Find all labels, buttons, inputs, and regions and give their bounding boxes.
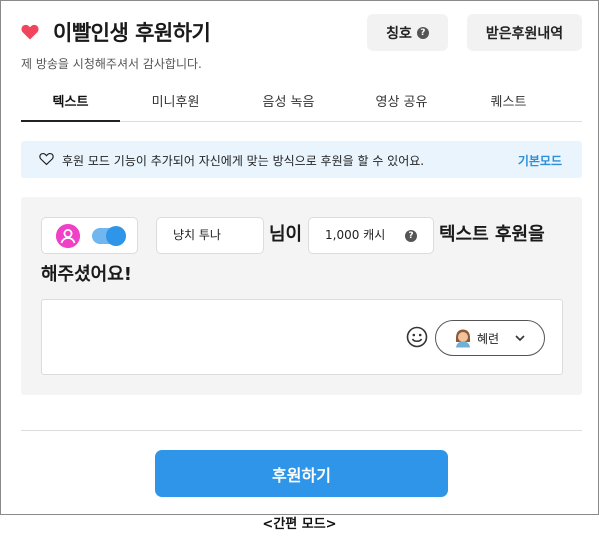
sentence-line2-label: 해주셨어요! — [41, 264, 133, 285]
basic-mode-link[interactable]: 기본모드 — [518, 152, 562, 169]
voice-select[interactable]: 혜련 — [435, 320, 545, 356]
emoji-icon[interactable] — [406, 326, 428, 348]
voice-avatar-icon — [456, 329, 470, 348]
message-input[interactable]: 혜련 — [41, 299, 563, 375]
heart-icon — [21, 24, 39, 40]
voice-name: 혜련 — [477, 332, 500, 346]
page-subtitle: 제 방송을 시청해주셔서 감사합니다. — [21, 57, 202, 71]
amount-field[interactable]: 1,000 캐시 ? — [308, 217, 434, 254]
donate-button[interactable]: 후원하기 — [155, 450, 448, 497]
nickname-field[interactable]: 냥치 투나 — [156, 217, 264, 254]
help-icon[interactable]: ? — [405, 230, 417, 242]
title-button-label: 칭호 — [386, 25, 412, 42]
sentence-end-label: 텍스트 후원을 — [439, 224, 545, 245]
amount-value: 1,000 캐시 — [325, 228, 386, 242]
received-history-button[interactable]: 받은후원내역 — [467, 14, 582, 51]
divider — [21, 430, 582, 431]
tab-bar: 텍스트 미니후원 음성 녹음 영상 공유 퀘스트 — [21, 85, 582, 122]
tab-video-share[interactable]: 영상 공유 — [352, 85, 451, 122]
tab-quest[interactable]: 퀘스트 — [459, 85, 558, 122]
profile-toggle[interactable] — [92, 226, 126, 246]
nim-label: 님이 — [269, 224, 303, 245]
heart-outline-icon — [39, 152, 54, 166]
mode-notice-banner: 후원 모드 기능이 추가되어 자신에게 맞는 방식으로 후원을 할 수 있어요.… — [21, 141, 582, 178]
donation-window: 이빨인생 후원하기 제 방송을 시청해주셔서 감사합니다. 칭호 ? 받은후원내… — [0, 0, 599, 515]
chevron-down-icon — [515, 335, 525, 342]
tab-voice-recording[interactable]: 음성 녹음 — [239, 85, 338, 122]
mode-caption: <간편 모드> — [262, 517, 337, 532]
avatar-icon — [56, 224, 80, 248]
notice-text: 후원 모드 기능이 추가되어 자신에게 맞는 방식으로 후원을 할 수 있어요. — [62, 154, 425, 168]
help-icon: ? — [416, 26, 429, 39]
donation-form-panel: 냥치 투나 님이 1,000 캐시 ? 텍스트 후원을 해주셨어요! 혜련 — [21, 197, 582, 395]
tab-text[interactable]: 텍스트 — [21, 85, 120, 122]
profile-toggle-box — [41, 217, 138, 254]
toggle-knob — [106, 226, 126, 246]
title-button[interactable]: 칭호 ? — [367, 14, 448, 51]
page-title: 이빨인생 후원하기 — [53, 21, 211, 45]
tab-mini-donation[interactable]: 미니후원 — [126, 85, 225, 122]
